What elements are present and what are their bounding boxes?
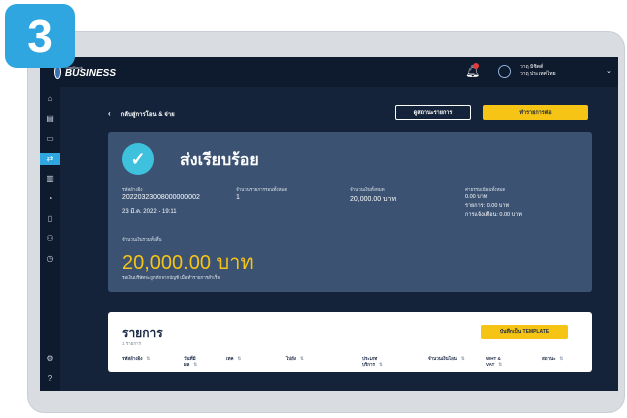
fee-items: รายการ: 0.00 บาท bbox=[465, 203, 510, 209]
back-label: กลับสู่การโอน & จ่าย bbox=[120, 112, 175, 118]
column-header[interactable]: ประเภทบริการ ⇅ bbox=[362, 356, 390, 368]
count-label: จำนวนรายการรอนทั้งหมด bbox=[236, 187, 288, 192]
stage: 3 ThaiBank BUSINESS 🔔︎ วาฤ มิชิตต์ วาฤ ป… bbox=[0, 0, 627, 418]
chevron-left-icon: ‹ bbox=[108, 109, 111, 118]
column-header[interactable]: WHT & VAT ⇅ bbox=[486, 356, 514, 368]
column-header[interactable]: ไปยัง ⇅ bbox=[286, 356, 304, 362]
column-header[interactable]: วันที่มีผล ⇅ bbox=[184, 356, 208, 368]
deduction-note: รอเงินบริษัทจะถูกหักจากบัญชี เมื่อทำรายก… bbox=[122, 275, 221, 280]
total-value: 20,000.00 บาท bbox=[350, 196, 397, 203]
check-icon: ✓ bbox=[122, 143, 154, 175]
net-label: จำนวนเงินรวมทั้งสิ้น bbox=[122, 237, 162, 242]
continue-button[interactable]: ทำรายการต่อ bbox=[483, 105, 588, 120]
status-card: ✓ ส่งเรียบร้อย รหัสอ้างอิง 2022032300800… bbox=[108, 132, 592, 292]
total-label: จำนวนเงินทั้งหมด bbox=[350, 187, 385, 192]
back-link[interactable]: ‹ กลับสู่การโอน & จ่าย bbox=[108, 109, 175, 119]
column-header[interactable]: จำนวนเงินโอน ⇅ bbox=[428, 356, 465, 362]
fee-total: 0.00 บาท bbox=[465, 194, 488, 200]
save-template-button[interactable]: บันทึกเป็น TEMPLATE bbox=[481, 325, 568, 339]
list-count: 1 รายการ bbox=[122, 341, 142, 346]
column-header[interactable]: สถานะ ⇅ bbox=[542, 356, 563, 362]
column-header[interactable]: รหัสอ้างอิง ⇅ bbox=[122, 356, 150, 362]
ref-value: 20220323008000000002 bbox=[122, 194, 200, 201]
ref-label: รหัสอ้างอิง bbox=[122, 187, 143, 192]
fee-label: ค่าธรรมเนียมทั้งหมด bbox=[465, 187, 506, 192]
view-status-button[interactable]: ดูสถานะรายการ bbox=[395, 105, 471, 120]
content-layer: ‹ กลับสู่การโอน & จ่าย ดูสถานะรายการ ทำรา… bbox=[40, 57, 618, 391]
transaction-list-panel: รายการ 1 รายการ บันทึกเป็น TEMPLATE รหัส… bbox=[108, 312, 592, 372]
status-title: ส่งเรียบร้อย bbox=[180, 152, 259, 169]
count-value: 1 bbox=[236, 194, 240, 201]
transaction-datetime: 23 มี.ค. 2022 - 19:11 bbox=[122, 209, 177, 215]
fee-notify: การแจ้งเตือน: 0.00 บาท bbox=[465, 212, 522, 218]
column-header[interactable]: เทค ⇅ bbox=[226, 356, 241, 362]
